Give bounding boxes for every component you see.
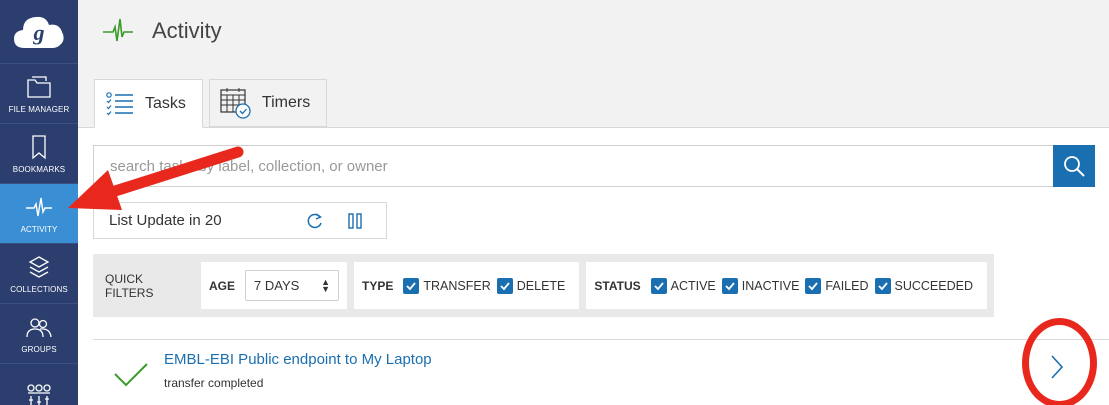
task-row[interactable]: EMBL-EBI Public endpoint to My Laptop tr… (93, 339, 1109, 405)
task-search (93, 145, 1095, 187)
checkbox-failed[interactable]: FAILED (805, 277, 869, 294)
checkbox-checked-icon (805, 277, 822, 294)
calendar-clock-icon (220, 88, 251, 119)
tab-tasks[interactable]: Tasks (94, 79, 203, 128)
status-filter: STATUS ACTIVE INACTIVE FAILED SUCCEEDED (586, 262, 987, 309)
sliders-icon (25, 380, 53, 405)
page-title: Activity (152, 18, 222, 43)
checkbox-label: TRANSFER (423, 278, 491, 293)
globus-logo[interactable]: g (0, 0, 78, 64)
list-update-label: List Update in 20 (109, 212, 222, 229)
pause-icon[interactable] (346, 212, 364, 230)
svg-text:g: g (33, 20, 45, 45)
search-button[interactable] (1053, 145, 1095, 187)
list-update-control: List Update in 20 (93, 202, 387, 239)
checkbox-checked-icon (650, 277, 667, 294)
tab-label: Timers (261, 94, 311, 111)
checkbox-active[interactable]: ACTIVE (650, 277, 716, 294)
checkbox-checked-icon (721, 277, 738, 294)
activity-pulse-icon (103, 18, 133, 42)
tab-bar: Tasks Timers (94, 79, 333, 128)
people-icon (25, 313, 53, 341)
bookmark-icon (25, 133, 53, 161)
checkbox-inactive[interactable]: INACTIVE (721, 277, 800, 294)
checkbox-label: SUCCEEDED (894, 278, 974, 293)
checkbox-label: DELETE (516, 278, 566, 293)
chevron-right-icon[interactable] (1050, 354, 1064, 380)
cloud-logo-icon: g (14, 16, 64, 48)
sidebar-item-label: BOOKMARKS (12, 165, 66, 174)
checkbox-label: FAILED (825, 278, 869, 293)
checkbox-label: INACTIVE (741, 278, 800, 293)
checkmark-icon (114, 363, 148, 387)
quick-filters: QUICK FILTERS AGE 7 DAYS ▲ ▼ TYPE TRANSFE… (93, 254, 994, 317)
type-filter-label: TYPE (362, 278, 394, 293)
quick-filters-label: QUICK FILTERS (105, 271, 154, 300)
checkbox-checked-icon (403, 277, 420, 294)
sidebar-item-label: COLLECTIONS (10, 285, 68, 294)
refresh-icon[interactable] (306, 212, 324, 230)
task-list-icon (106, 91, 133, 115)
checkbox-delete[interactable]: DELETE (496, 277, 566, 294)
sidebar-item-label: ACTIVITY (20, 225, 58, 234)
status-filter-label: STATUS (594, 278, 641, 293)
type-filter: TYPE TRANSFER DELETE (354, 262, 580, 309)
sidebar-item-label: GROUPS (21, 345, 57, 354)
search-icon (1064, 156, 1085, 177)
sidebar-item-label: FILE MANAGER (8, 105, 70, 114)
sidebar-item-console[interactable] (0, 364, 78, 405)
sidebar-item-collections[interactable]: COLLECTIONS (0, 244, 78, 304)
page-header: Activity (78, 0, 1109, 62)
checkbox-checked-icon (496, 277, 513, 294)
checkbox-succeeded[interactable]: SUCCEEDED (874, 277, 974, 294)
age-filter: AGE 7 DAYS ▲ ▼ (201, 262, 348, 309)
sidebar-item-file-manager[interactable]: FILE MANAGER (0, 64, 78, 124)
folder-icon (25, 73, 53, 101)
tab-timers[interactable]: Timers (208, 79, 328, 127)
sidebar-item-groups[interactable]: GROUPS (0, 304, 78, 364)
search-input[interactable] (93, 145, 1053, 187)
sidebar-item-activity[interactable]: ACTIVITY (0, 184, 78, 244)
tab-label: Tasks (145, 94, 186, 112)
sidebar: g FILE MANAGER BOOKMARKS ACTIVITY COLLEC… (0, 0, 78, 405)
age-filter-label: AGE (209, 278, 236, 293)
task-status: transfer completed (164, 376, 264, 390)
checkbox-transfer[interactable]: TRANSFER (403, 277, 491, 294)
age-select-value: 7 DAYS (254, 278, 300, 293)
select-caret-icon: ▲ ▼ (321, 277, 331, 294)
layers-icon (25, 253, 53, 281)
activity-pulse-icon (25, 193, 53, 221)
checkbox-checked-icon (874, 277, 891, 294)
sidebar-item-bookmarks[interactable]: BOOKMARKS (0, 124, 78, 184)
checkbox-label: ACTIVE (670, 278, 716, 293)
task-title[interactable]: EMBL-EBI Public endpoint to My Laptop (164, 351, 432, 368)
age-select[interactable]: 7 DAYS ▲ ▼ (245, 270, 340, 301)
